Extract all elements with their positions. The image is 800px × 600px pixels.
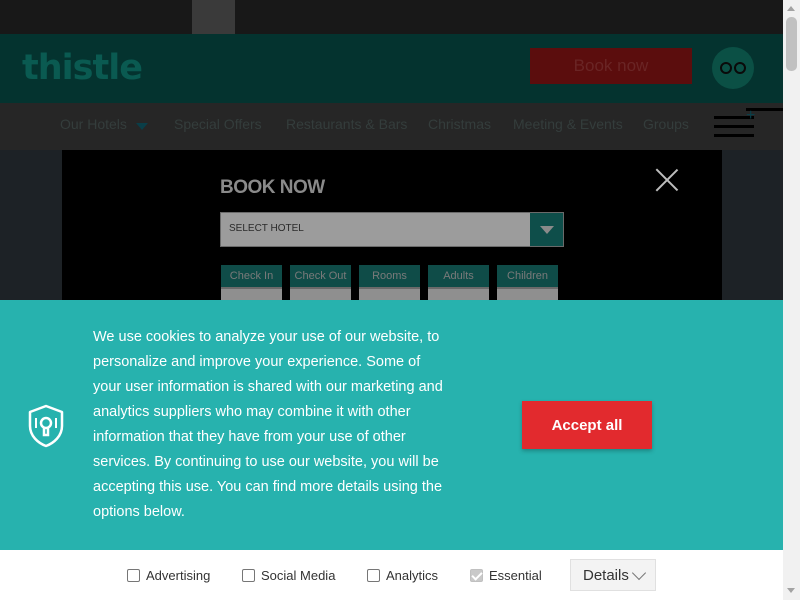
page: thistle Book now Our Hotels Special Offe… [0,0,783,600]
advertising-label[interactable]: Advertising [146,568,210,583]
logo[interactable]: thistle [22,48,143,88]
scrollbar[interactable] [783,0,800,600]
children-value[interactable] [497,289,558,300]
top-strip-tab[interactable] [192,0,235,34]
scroll-down-arrow-icon[interactable] [787,588,795,593]
nav-our-hotels[interactable]: Our Hotels [60,116,127,132]
rooms-field[interactable]: Rooms [359,265,420,289]
hamburger-line [714,134,754,137]
cookie-banner: We use cookies to analyze your use of ou… [0,300,783,550]
hero-image-right [722,150,783,300]
tripadvisor-owl-icon[interactable] [712,47,754,89]
nav-groups[interactable]: Groups [643,116,689,132]
select-hotel-label: SELECT HOTEL [229,223,304,234]
details-label: Details [583,567,629,584]
rooms-value[interactable] [359,289,420,300]
select-hotel-dropdown[interactable]: SELECT HOTEL [220,212,564,247]
nav-special-offers[interactable]: Special Offers [174,116,262,132]
scroll-up-arrow-icon[interactable] [787,6,795,11]
chevron-down-icon[interactable] [530,213,563,246]
check-in-field[interactable]: Check In [221,265,282,289]
adults-field[interactable]: Adults [428,265,489,289]
check-out-value[interactable] [290,289,351,300]
essential-checkbox [470,569,483,582]
owl-left-eye [720,62,732,74]
hamburger-plus-icon[interactable]: + [714,108,783,140]
cookie-message: We use cookies to analyze your use of ou… [93,329,443,520]
children-field[interactable]: Children [497,265,558,289]
nav-christmas[interactable]: Christmas [428,116,491,132]
social-media-label[interactable]: Social Media [261,568,335,583]
analytics-checkbox[interactable] [367,569,380,582]
nav-restaurants-bars[interactable]: Restaurants & Bars [286,116,407,132]
check-in-value[interactable] [221,289,282,300]
plus-icon: + [746,108,783,124]
main-nav: Our Hotels Special Offers Restaurants & … [0,103,783,150]
analytics-label[interactable]: Analytics [386,568,438,583]
accept-all-button[interactable]: Accept all [522,401,652,449]
social-media-checkbox[interactable] [242,569,255,582]
book-now-button[interactable]: Book now [530,48,692,84]
site-header: thistle Book now [0,34,783,103]
shield-keyhole-icon [28,404,64,448]
close-icon[interactable] [655,168,679,192]
check-out-field[interactable]: Check Out [290,265,351,289]
hamburger-line [714,125,754,128]
advertising-checkbox[interactable] [127,569,140,582]
details-button[interactable]: Details [570,559,656,591]
adults-value[interactable] [428,289,489,300]
hero-image-left [0,150,62,300]
top-strip [0,0,783,34]
book-now-panel: BOOK NOW SELECT HOTEL Check In Check Out… [62,150,722,300]
chevron-down-icon [631,565,647,581]
scrollbar-thumb[interactable] [786,17,797,71]
cookie-options: Advertising Social Media Analytics Essen… [0,550,783,600]
nav-meeting-events[interactable]: Meeting & Events [513,116,623,132]
caret-down-icon[interactable] [136,123,148,130]
book-now-title: BOOK NOW [220,177,325,198]
essential-label: Essential [489,568,542,583]
owl-right-eye [734,62,746,74]
